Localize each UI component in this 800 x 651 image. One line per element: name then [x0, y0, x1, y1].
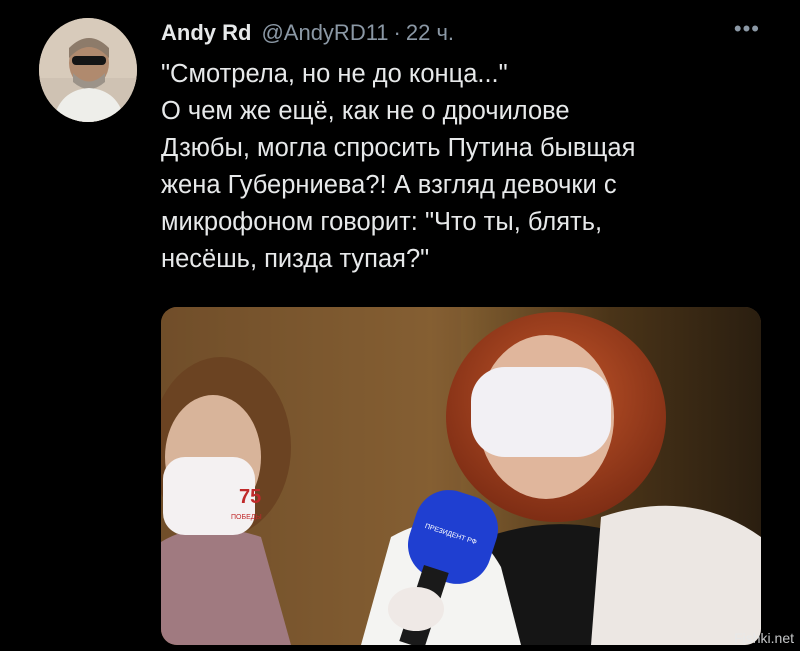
- avatar-image: [39, 18, 137, 122]
- tweet-media-image[interactable]: 75 ПОБЕДЫ ПРЕЗИДЕНТ РФ: [161, 307, 761, 645]
- previous-tweet-cutoff: [60, 0, 620, 5]
- header-separator: ·: [393, 20, 401, 45]
- more-options-icon[interactable]: •••: [734, 18, 760, 40]
- mask-emblem-number: 75: [239, 486, 261, 508]
- avatar[interactable]: [39, 18, 137, 122]
- tweet-timestamp[interactable]: 22 ч.: [406, 20, 454, 46]
- tweet-text: "Смотрела, но не до конца..." О чем же е…: [161, 60, 636, 273]
- author-name[interactable]: Andy Rd: [161, 20, 251, 46]
- tweet-header: Andy Rd @AndyRD11 · 22 ч.: [161, 20, 760, 50]
- author-handle[interactable]: @AndyRD11: [261, 20, 388, 46]
- site-watermark: Fishki.net: [734, 630, 794, 646]
- media-photo: 75 ПОБЕДЫ ПРЕЗИДЕНТ РФ: [161, 307, 761, 645]
- mask-emblem-text: ПОБЕДЫ: [231, 514, 262, 521]
